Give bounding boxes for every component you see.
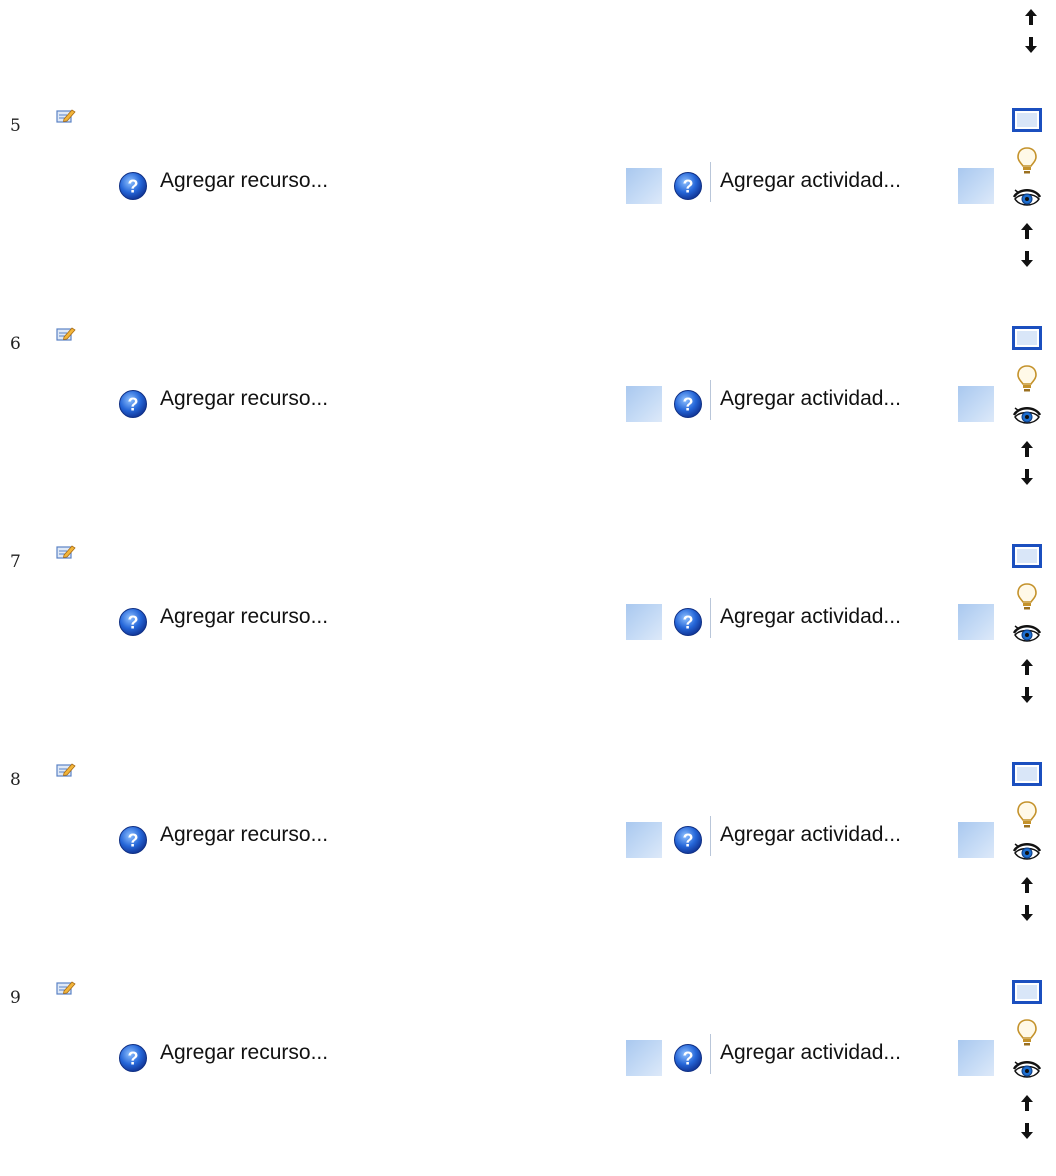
move-up-arrow-icon[interactable]	[1010, 222, 1044, 244]
section-controls	[1010, 762, 1044, 932]
add-activity-select-button[interactable]	[958, 604, 994, 640]
visibility-eye-icon[interactable]	[1010, 402, 1044, 434]
add-resource-select-button[interactable]	[626, 168, 662, 204]
visibility-eye-icon[interactable]	[1010, 184, 1044, 216]
help-icon[interactable]: ?	[673, 171, 703, 201]
section-controls	[1010, 326, 1044, 496]
add-content-row: ? Agregar recurso... ? Agregar actividad…	[118, 162, 998, 206]
move-up-arrow-icon[interactable]	[1010, 1094, 1044, 1116]
move-down-arrow-icon[interactable]	[1014, 36, 1048, 58]
svg-text:?: ?	[128, 831, 139, 851]
section-controls	[1010, 980, 1044, 1150]
move-up-arrow-icon[interactable]	[1014, 8, 1048, 30]
section-number: 6	[10, 334, 21, 354]
move-down-arrow-icon[interactable]	[1010, 250, 1044, 272]
previous-section-controls	[1014, 8, 1040, 64]
highlight-lightbulb-icon[interactable]	[1010, 1018, 1044, 1050]
add-resource-select-button[interactable]	[626, 1040, 662, 1076]
add-resource-link[interactable]: Agregar recurso...	[160, 1041, 328, 1065]
move-down-arrow-icon[interactable]	[1010, 904, 1044, 926]
section-number: 9	[10, 988, 21, 1008]
course-section-6: 6 ? Agregar recurso... ? Agregar activid…	[0, 326, 1056, 526]
svg-text:?: ?	[683, 1049, 694, 1069]
section-controls	[1010, 544, 1044, 714]
add-activity-link[interactable]: Agregar actividad...	[720, 387, 901, 411]
help-icon[interactable]: ?	[118, 1043, 148, 1073]
section-number: 7	[10, 552, 21, 572]
edit-summary-icon[interactable]	[56, 544, 76, 560]
add-activity-link[interactable]: Agregar actividad...	[720, 1041, 901, 1065]
show-only-this-section-icon[interactable]	[1010, 980, 1044, 1012]
move-up-arrow-icon[interactable]	[1010, 876, 1044, 898]
add-activity-select-button[interactable]	[958, 386, 994, 422]
help-icon[interactable]: ?	[673, 1043, 703, 1073]
add-resource-link[interactable]: Agregar recurso...	[160, 605, 328, 629]
svg-text:?: ?	[128, 395, 139, 415]
highlight-lightbulb-icon[interactable]	[1010, 800, 1044, 832]
add-resource-link[interactable]: Agregar recurso...	[160, 387, 328, 411]
move-up-arrow-icon[interactable]	[1010, 658, 1044, 680]
show-only-this-section-icon[interactable]	[1010, 544, 1044, 576]
edit-summary-icon[interactable]	[56, 108, 76, 124]
edit-summary-icon[interactable]	[56, 762, 76, 778]
section-controls	[1010, 108, 1044, 278]
visibility-eye-icon[interactable]	[1010, 838, 1044, 870]
add-activity-link[interactable]: Agregar actividad...	[720, 169, 901, 193]
divider	[710, 1034, 711, 1074]
svg-text:?: ?	[683, 395, 694, 415]
move-down-arrow-icon[interactable]	[1010, 468, 1044, 490]
svg-text:?: ?	[683, 831, 694, 851]
show-only-this-section-icon[interactable]	[1010, 326, 1044, 358]
divider	[710, 598, 711, 638]
help-icon[interactable]: ?	[118, 389, 148, 419]
highlight-lightbulb-icon[interactable]	[1010, 146, 1044, 178]
add-activity-select-button[interactable]	[958, 822, 994, 858]
svg-text:?: ?	[683, 177, 694, 197]
add-content-row: ? Agregar recurso... ? Agregar actividad…	[118, 598, 998, 642]
help-icon[interactable]: ?	[118, 171, 148, 201]
add-resource-link[interactable]: Agregar recurso...	[160, 169, 328, 193]
course-sections-page: 5 ? Agregar recurso... ? Agregar activid…	[0, 0, 1056, 1176]
add-content-row: ? Agregar recurso... ? Agregar actividad…	[118, 380, 998, 424]
course-section-5: 5 ? Agregar recurso... ? Agregar activid…	[0, 108, 1056, 308]
add-resource-link[interactable]: Agregar recurso...	[160, 823, 328, 847]
section-number: 5	[10, 116, 21, 136]
add-content-row: ? Agregar recurso... ? Agregar actividad…	[118, 1034, 998, 1078]
divider	[710, 816, 711, 856]
visibility-eye-icon[interactable]	[1010, 1056, 1044, 1088]
add-resource-select-button[interactable]	[626, 604, 662, 640]
highlight-lightbulb-icon[interactable]	[1010, 582, 1044, 614]
help-icon[interactable]: ?	[118, 607, 148, 637]
svg-text:?: ?	[128, 177, 139, 197]
move-up-arrow-icon[interactable]	[1010, 440, 1044, 462]
add-resource-select-button[interactable]	[626, 822, 662, 858]
svg-text:?: ?	[128, 613, 139, 633]
add-activity-link[interactable]: Agregar actividad...	[720, 605, 901, 629]
help-icon[interactable]: ?	[673, 825, 703, 855]
move-down-arrow-icon[interactable]	[1010, 686, 1044, 708]
show-only-this-section-icon[interactable]	[1010, 108, 1044, 140]
svg-text:?: ?	[128, 1049, 139, 1069]
svg-text:?: ?	[683, 613, 694, 633]
add-activity-link[interactable]: Agregar actividad...	[720, 823, 901, 847]
section-number: 8	[10, 770, 21, 790]
divider	[710, 380, 711, 420]
show-only-this-section-icon[interactable]	[1010, 762, 1044, 794]
help-icon[interactable]: ?	[673, 389, 703, 419]
visibility-eye-icon[interactable]	[1010, 620, 1044, 652]
edit-summary-icon[interactable]	[56, 326, 76, 342]
help-icon[interactable]: ?	[673, 607, 703, 637]
course-section-9: 9 ? Agregar recurso... ? Agregar activid…	[0, 980, 1056, 1176]
add-resource-select-button[interactable]	[626, 386, 662, 422]
add-activity-select-button[interactable]	[958, 1040, 994, 1076]
edit-summary-icon[interactable]	[56, 980, 76, 996]
divider	[710, 162, 711, 202]
add-activity-select-button[interactable]	[958, 168, 994, 204]
help-icon[interactable]: ?	[118, 825, 148, 855]
move-down-arrow-icon[interactable]	[1010, 1122, 1044, 1144]
add-content-row: ? Agregar recurso... ? Agregar actividad…	[118, 816, 998, 860]
course-section-8: 8 ? Agregar recurso... ? Agregar activid…	[0, 762, 1056, 962]
highlight-lightbulb-icon[interactable]	[1010, 364, 1044, 396]
course-section-7: 7 ? Agregar recurso... ? Agregar activid…	[0, 544, 1056, 744]
